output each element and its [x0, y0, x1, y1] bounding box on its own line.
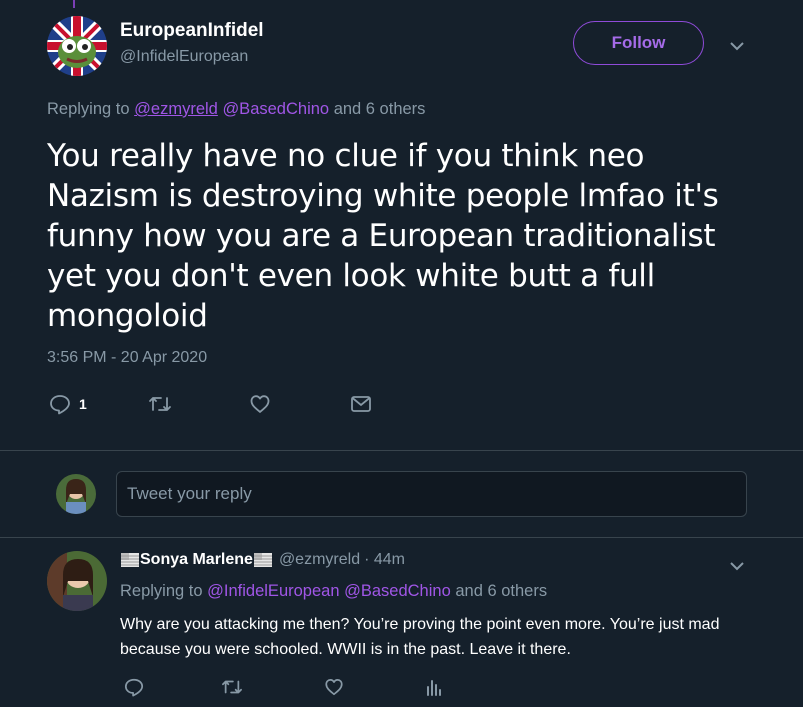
- reply-action[interactable]: 1: [49, 393, 87, 415]
- like-icon: [325, 679, 343, 696]
- reply-icon: [124, 678, 144, 697]
- retweet-action[interactable]: [148, 393, 172, 415]
- message-icon: [351, 396, 371, 412]
- display-name[interactable]: EuropeanInfidel: [120, 20, 264, 42]
- mention-link[interactable]: @ezmyreld: [134, 100, 218, 118]
- chevron-down-icon[interactable]: [728, 557, 746, 575]
- reply-header: Sonya Marlene @ezmyreld · 44m: [120, 551, 405, 569]
- flag-icon: [253, 553, 272, 567]
- handle[interactable]: @ezmyreld: [279, 551, 360, 569]
- like-action[interactable]: [249, 393, 271, 415]
- follow-button[interactable]: Follow: [573, 21, 704, 65]
- avatar[interactable]: [47, 16, 107, 76]
- avatar[interactable]: [56, 474, 96, 514]
- replying-to: Replying to @ezmyreld @BasedChino and 6 …: [47, 100, 425, 119]
- analytics-icon: [427, 680, 441, 696]
- flag-icon: [121, 553, 139, 567]
- retweet-icon: [149, 397, 171, 411]
- reply-action[interactable]: [124, 677, 144, 697]
- avatar[interactable]: [47, 551, 107, 611]
- like-action[interactable]: [324, 677, 344, 697]
- analytics-action[interactable]: [424, 677, 444, 697]
- reply-count: 1: [79, 396, 87, 412]
- timestamp[interactable]: 3:56 PM - 20 Apr 2020: [47, 349, 207, 367]
- divider: [0, 450, 803, 451]
- handle[interactable]: @InfidelEuropean: [120, 48, 248, 66]
- tweet-text: You really have no clue if you think neo…: [47, 138, 719, 334]
- tweet-time[interactable]: · 44m: [364, 551, 405, 569]
- reply-icon: [50, 395, 70, 415]
- replying-prefix: Replying to: [47, 100, 130, 118]
- retweet-icon: [222, 680, 242, 694]
- replying-suffix[interactable]: and 6 others: [455, 582, 547, 600]
- divider: [0, 537, 803, 538]
- reply-input[interactable]: [116, 471, 747, 517]
- main-tweet: EuropeanInfidel @InfidelEuropean Follow …: [0, 0, 803, 450]
- mention-link[interactable]: @BasedChino: [222, 100, 329, 118]
- replying-prefix: Replying to: [120, 582, 203, 600]
- replying-suffix[interactable]: and 6 others: [334, 100, 426, 118]
- chevron-down-icon[interactable]: [728, 37, 746, 55]
- like-icon: [250, 395, 270, 413]
- replying-to: Replying to @InfidelEuropean @BasedChino…: [120, 582, 547, 601]
- mention-link[interactable]: @InfidelEuropean: [207, 582, 339, 600]
- tweet-text: Why are you attacking me then? You’re pr…: [120, 616, 720, 658]
- display-name[interactable]: Sonya Marlene: [140, 551, 253, 569]
- retweet-action[interactable]: [221, 677, 243, 697]
- mention-link[interactable]: @BasedChino: [344, 582, 451, 600]
- message-action[interactable]: [350, 393, 372, 415]
